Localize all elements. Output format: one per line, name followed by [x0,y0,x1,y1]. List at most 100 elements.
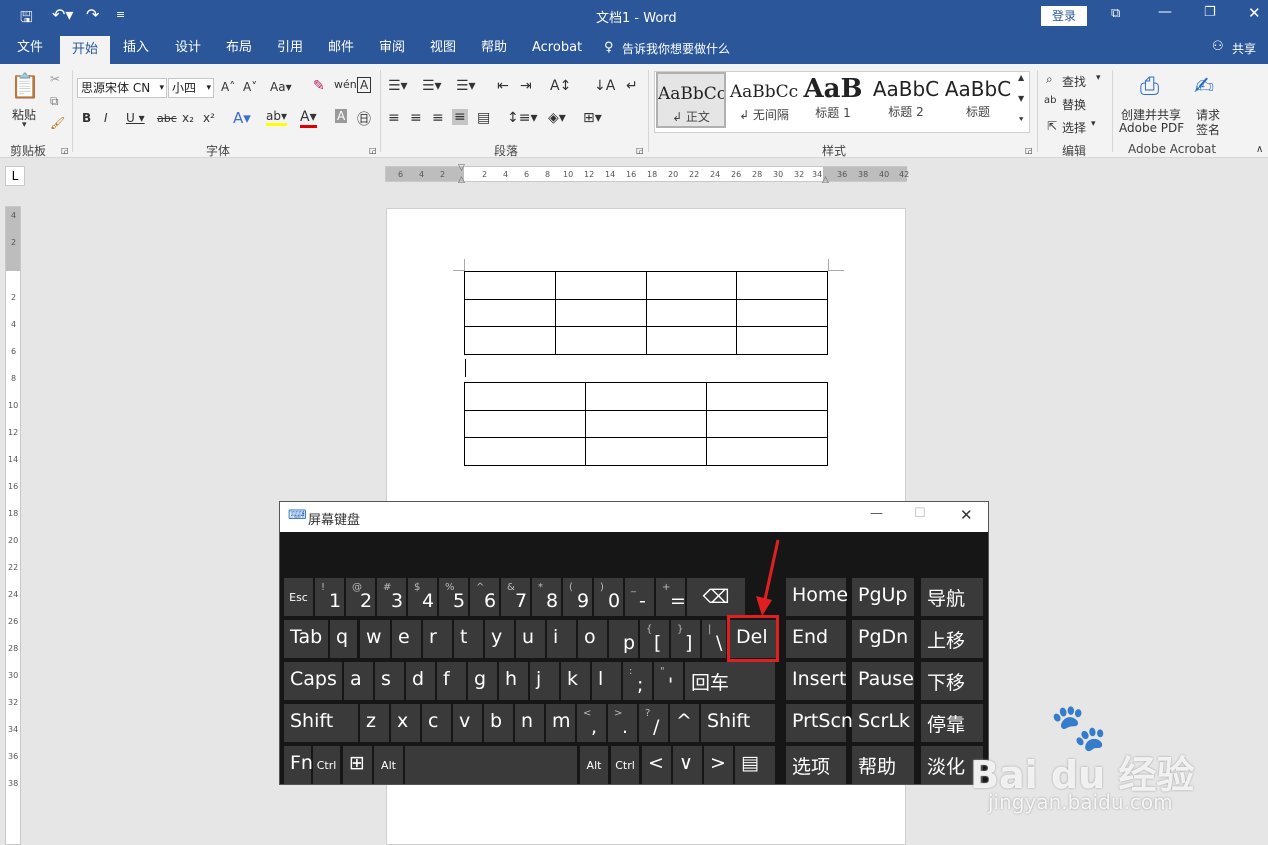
distributed-icon[interactable]: ▤ [477,110,490,126]
select-dropdown-icon[interactable]: ▾ [1091,119,1096,129]
style-normal[interactable]: AaBbCc ↲ 正文 [656,72,726,128]
font-color-icon[interactable]: A▾ [300,109,317,128]
key-move-up[interactable]: 上移 [921,620,983,658]
change-case-icon[interactable]: Aa▾ [270,80,292,94]
key-5[interactable]: t [454,620,483,658]
enclosed-char-icon[interactable]: ㊐ [357,109,371,129]
key-shift[interactable]: Shift [701,704,775,742]
key-10[interactable]: :; [623,662,652,700]
save-icon[interactable]: 🖫 [20,7,33,32]
key-ctrl[interactable]: Ctrl [313,746,340,784]
key-menu-icon[interactable]: ▤ [735,746,775,784]
strikethrough-button[interactable]: abc [157,112,177,125]
italic-button[interactable]: I [104,111,108,125]
vertical-ruler[interactable]: 4 2 2 4 6 8 10 12 14 16 18 20 22 24 26 2… [5,206,21,845]
key-caps[interactable]: Caps [284,662,342,700]
key-3[interactable]: c [422,704,451,742]
key-8[interactable]: * 8 [532,578,561,616]
cut-icon[interactable]: ✂ [50,72,60,86]
key-6[interactable]: h [499,662,528,700]
key-space[interactable] [405,746,577,784]
tab-review[interactable]: 审阅 [369,32,415,64]
key-down-arrow[interactable]: ∨ [673,746,702,784]
tab-layout[interactable]: 布局 [216,32,262,64]
right-indent-marker[interactable]: △ [822,175,829,185]
osk-minimize-icon[interactable]: — [870,506,883,521]
tab-acrobat[interactable]: Acrobat [522,32,592,64]
tab-selector-button[interactable]: L [5,166,25,186]
minimize-icon[interactable]: — [1158,4,1172,20]
text-effects-icon[interactable]: A▾ [233,109,251,127]
borders-icon[interactable]: ⊞▾ [583,110,602,126]
key-6[interactable]: ^ 6 [470,578,499,616]
key-7[interactable]: u [516,620,545,658]
align-right-icon[interactable]: ≡ [432,110,444,126]
osk-close-icon[interactable]: ✕ [960,506,973,524]
key-1[interactable]: z [360,704,389,742]
phonetic-guide-icon[interactable]: wén [334,78,357,91]
login-button[interactable]: 登录 [1041,6,1087,26]
find-button[interactable]: 查找 [1062,73,1086,90]
key-1[interactable]: q [330,620,357,658]
key-fn[interactable]: Fn [284,746,313,784]
key-nav[interactable]: 导航 [921,578,983,616]
key-7[interactable]: j [530,662,559,700]
clear-format-icon[interactable]: ✎ [313,78,325,94]
tab-mailings[interactable]: 邮件 [318,32,364,64]
undo-icon[interactable]: ↶▾ [52,5,73,24]
style-heading-1[interactable]: AaB 标题 1 [798,72,868,128]
bullets-icon[interactable]: ☰▾ [388,78,408,94]
table-1[interactable] [464,271,828,355]
bold-button[interactable]: B [82,111,91,125]
superscript-button[interactable]: x² [203,111,215,125]
osk-title-bar[interactable]: ⌨ 屏幕键盘 — ☐ ✕ [280,502,988,532]
key-3[interactable]: d [406,662,435,700]
key-1[interactable]: a [344,662,373,700]
key-insert[interactable]: Insert [786,662,847,700]
key-end[interactable]: End [786,620,846,658]
style-title[interactable]: AaBbC 标题 [943,72,1013,128]
select-button[interactable]: 选择 [1062,119,1086,136]
font-name-combo[interactable]: 思源宋体 CN ▾ [77,78,167,98]
ribbon-display-icon[interactable]: ⧉ [1111,6,1120,21]
key-12[interactable]: }] [671,620,700,658]
sort-icon[interactable]: ↓A [594,78,615,94]
key-8[interactable]: k [561,662,590,700]
key-9[interactable]: >. [608,704,637,742]
key-10[interactable]: ? / [639,704,668,742]
key-1[interactable]: ! 1 [315,578,344,616]
highlight-icon[interactable]: ab▾ [266,109,287,126]
key-home[interactable]: Home [786,578,848,616]
paragraph-launcher-icon[interactable]: ◲ [636,146,644,155]
underline-button[interactable]: U ▾ [126,111,145,125]
style-heading-2[interactable]: AaBbC 标题 2 [871,72,941,128]
key-8[interactable]: i [547,620,576,658]
key-scrlk[interactable]: ScrLk [852,704,914,742]
key-4[interactable]: r [423,620,452,658]
tell-me-search[interactable]: 告诉我你想要做什么 [622,40,730,57]
windows-key-icon[interactable]: ⊞ [343,746,372,784]
align-left-icon[interactable]: ≡ [388,110,400,126]
paste-icon[interactable]: 📋 [10,72,40,100]
create-pdf-icon[interactable]: ⎙ [1140,72,1159,100]
key-6[interactable]: n [515,704,544,742]
font-size-combo[interactable]: 小四 ▾ [168,78,214,98]
justify-icon[interactable]: ≡ [452,109,468,125]
key-enter[interactable]: 回车 [685,662,775,700]
key-10[interactable]: p [609,620,638,658]
paste-dropdown-icon[interactable]: ▾ [22,120,27,130]
copy-icon[interactable]: ⧉ [50,94,59,109]
replace-button[interactable]: 替换 [1062,96,1086,113]
font-launcher-icon[interactable]: ◲ [369,146,377,155]
key-9[interactable]: o [578,620,607,658]
line-spacing-icon[interactable]: ↕≡▾ [507,110,538,126]
key-4[interactable]: v [453,704,482,742]
chinese-layout-icon[interactable]: A↕ [550,78,571,94]
key-12[interactable]: + = [656,578,686,616]
quick-access-menu-icon[interactable]: ≡ [116,8,125,21]
key-2[interactable]: s [375,662,404,700]
key-5[interactable]: b [484,704,513,742]
options-button[interactable]: 选项 [786,746,846,784]
styles-more-icon[interactable]: ⯆ [1018,115,1024,125]
key-alt[interactable]: Alt [374,746,403,784]
